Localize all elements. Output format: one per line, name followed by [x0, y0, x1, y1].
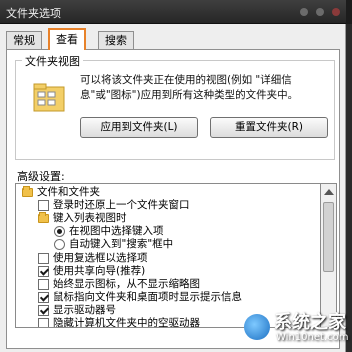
watermark-logo-icon [244, 314, 270, 340]
folder-views-title: 文件夹视图 [22, 53, 83, 69]
folder-icon [22, 186, 33, 197]
scroll-up-icon[interactable] [324, 189, 334, 195]
setting-label: 隐藏计算机文件夹中的空驱动器 [53, 317, 200, 328]
advanced-setting-row: 文件和文件夹 [16, 186, 320, 199]
advanced-setting-row[interactable]: 始终显示图标，从不显示缩略图 [16, 277, 320, 291]
setting-label: 鼠标指向文件夹和桌面项时显示提示信息 [53, 290, 242, 303]
apply-to-folders-button[interactable]: 应用到文件夹(L) [80, 117, 198, 138]
minimize-icon[interactable] [300, 8, 308, 16]
setting-checkbox[interactable] [38, 200, 49, 212]
setting-checkbox[interactable] [38, 318, 49, 327]
tab-strip: 常规 查看 搜索 [6, 28, 336, 50]
setting-label: 使用共享向导(推荐) [53, 264, 146, 277]
advanced-setting-row[interactable]: 在视图中选择键入项 [16, 225, 320, 238]
setting-label: 自动键入到"搜索"框中 [69, 238, 174, 251]
folder-views-description: 可以将该文件夹正在使用的视图(例如 "详细信息"或"图标")应用到所有这种类型的… [80, 74, 299, 101]
folder-view-icon [33, 83, 65, 112]
tab-view[interactable]: 查看 [48, 28, 86, 50]
tab-general[interactable]: 常规 [6, 31, 42, 50]
watermark-url: Win10net.com [276, 332, 349, 343]
setting-label: 文件和文件夹 [37, 186, 100, 198]
close-icon[interactable] [332, 8, 340, 16]
setting-label: 在视图中选择键入项 [69, 225, 164, 238]
window-title: 文件夹选项 [6, 7, 61, 20]
advanced-setting-row: 键入列表视图时 [16, 212, 320, 225]
setting-checkbox[interactable] [38, 265, 49, 277]
window-edge [346, 0, 352, 24]
advanced-setting-row[interactable]: 自动键入到"搜索"框中 [16, 238, 320, 251]
scroll-thumb[interactable] [323, 202, 334, 272]
advanced-setting-row[interactable]: 登录时还原上一个文件夹窗口 [16, 199, 320, 212]
advanced-settings-label: 高级设置: [17, 170, 65, 183]
advanced-setting-row[interactable]: 使用共享向导(推荐) [16, 264, 320, 278]
setting-label: 使用复选框以选择项 [53, 251, 148, 264]
maximize-icon[interactable] [316, 8, 324, 16]
advanced-setting-row[interactable]: 使用复选框以选择项 [16, 251, 320, 265]
setting-checkbox[interactable] [38, 252, 49, 264]
title-bar[interactable]: 文件夹选项 [0, 0, 352, 24]
tab-search[interactable]: 搜索 [98, 31, 134, 50]
setting-radio[interactable] [54, 226, 65, 238]
setting-radio[interactable] [54, 239, 65, 251]
setting-label: 显示驱动器号 [53, 303, 116, 316]
watermark: 系统之家 Win10net.com [236, 300, 352, 352]
watermark-title: 系统之家 [274, 312, 346, 333]
setting-label: 登录时还原上一个文件夹窗口 [53, 199, 190, 212]
setting-checkbox[interactable] [38, 304, 49, 316]
folder-icon [38, 212, 49, 224]
setting-checkbox[interactable] [38, 278, 49, 290]
folder-views-group: 文件夹视图 可以将该文件夹正在使用的视图(例如 "详细信息"或"图标")应用到所… [15, 53, 335, 160]
setting-label: 键入列表视图时 [53, 212, 127, 225]
setting-checkbox[interactable] [38, 291, 49, 303]
reset-folders-button[interactable]: 重置文件夹(R) [210, 117, 328, 138]
setting-label: 始终显示图标，从不显示缩略图 [53, 277, 200, 290]
